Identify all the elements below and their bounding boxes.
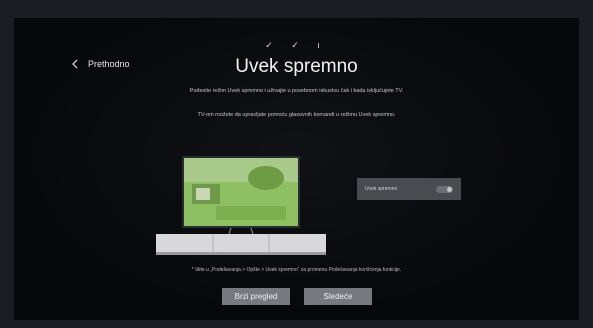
toggle-switch-icon [436, 185, 453, 193]
always-ready-toggle[interactable]: Uvek spremno [357, 178, 461, 200]
tv-illustration [156, 156, 326, 255]
description-line-2: TV-om možete da upravljate pomoću glasov… [197, 112, 396, 118]
page-title: Uvek spremno [235, 56, 358, 77]
tv-screen: ✓ ✓ ı Prethodno Uvek spremno Podesite re… [14, 18, 579, 320]
setup-progress-indicator: ✓ ✓ ı [265, 40, 328, 50]
toggle-label: Uvek spremno [365, 186, 398, 192]
tv-bezel: ✓ ✓ ı Prethodno Uvek spremno Podesite re… [0, 0, 593, 328]
next-button[interactable]: Sledeće [304, 288, 372, 305]
quick-view-button[interactable]: Brzi pregled [222, 288, 290, 305]
description-line-1: Podesite režim Uvek spremno i uživajte u… [189, 88, 404, 94]
settings-note: * Idite u „Podešavanja > Opšte > Uvek sp… [191, 267, 402, 273]
